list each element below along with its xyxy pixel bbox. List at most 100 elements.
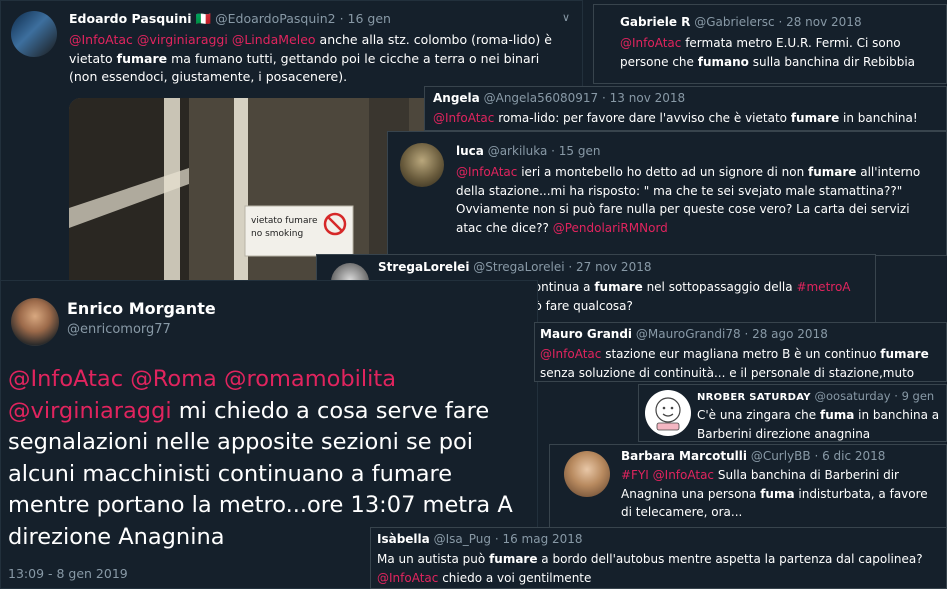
avatar[interactable] bbox=[11, 298, 59, 346]
tweet-card-barbara[interactable]: Barbara Marcotulli @CurlyBB · 6 dic 2018… bbox=[549, 444, 947, 529]
keyword-highlight: fumare bbox=[489, 552, 538, 566]
author-handle[interactable]: @Angela56080917 bbox=[484, 91, 599, 105]
tweet-header: Edoardo Pasquini 🇮🇹 @EdoardoPasquin2 · 1… bbox=[69, 11, 391, 27]
tweet-body: @InfoAtac fermata metro E.U.R. Fermi. Ci… bbox=[620, 34, 940, 71]
mention-link[interactable]: #FYI bbox=[621, 468, 649, 482]
italy-flag-icon: 🇮🇹 bbox=[195, 11, 212, 26]
author-handle[interactable]: @Isa_Pug bbox=[434, 532, 491, 546]
separator: · bbox=[564, 260, 576, 274]
mention-link[interactable]: @InfoAtac bbox=[456, 165, 517, 179]
mention-link[interactable]: @InfoAtac bbox=[433, 111, 494, 125]
author-handle[interactable]: @MauroGrandi78 bbox=[636, 327, 741, 341]
text-segment: ieri a montebello ho detto ad un signore… bbox=[517, 165, 808, 179]
author-name[interactable]: NROBER SATURDAY bbox=[697, 392, 811, 403]
mention-link[interactable]: @PendolariRMNord bbox=[553, 221, 668, 235]
mention-link[interactable]: @InfoAtac bbox=[69, 32, 133, 47]
text-segment: stazione eur magliana metro B è un conti… bbox=[601, 347, 881, 361]
separator: · bbox=[810, 449, 823, 463]
tweet-card-angela[interactable]: Angela @Angela56080917 · 13 nov 2018 @In… bbox=[424, 86, 947, 131]
text-segment: Ma un autista può bbox=[377, 552, 490, 566]
tweet-header: Gabriele R @Gabrielersc · 28 nov 2018 bbox=[620, 15, 862, 29]
tweet-body: @InfoAtac stazione eur magliana metro B … bbox=[540, 345, 942, 381]
mention-link[interactable]: @virginiaraggi bbox=[8, 398, 172, 424]
author-handle[interactable]: @arkiluka bbox=[488, 144, 548, 158]
tweet-date[interactable]: 15 gen bbox=[559, 144, 601, 158]
mention-link[interactable]: @romamobilita bbox=[224, 366, 396, 392]
mention-link[interactable]: @InfoAtac bbox=[377, 571, 438, 585]
mention-link[interactable]: @virginiaraggi bbox=[137, 32, 228, 47]
tweet-date[interactable]: 13 nov 2018 bbox=[610, 91, 686, 105]
separator: · bbox=[774, 15, 787, 29]
author-handle[interactable]: @CurlyBB bbox=[751, 449, 811, 463]
tweet-date[interactable]: 28 ago 2018 bbox=[752, 327, 828, 341]
tweet-header: Isàbella @Isa_Pug · 16 mag 2018 bbox=[377, 532, 583, 546]
tweet-card-isabella[interactable]: Isàbella @Isa_Pug · 16 mag 2018 Ma un au… bbox=[370, 527, 947, 589]
text-segment: in banchina! bbox=[839, 111, 918, 125]
text-segment: roma-lido: per favore dare l'avviso che … bbox=[494, 111, 791, 125]
tweet-body: @InfoAtac roma-lido: per favore dare l'a… bbox=[433, 109, 943, 127]
author-name[interactable]: Barbara Marcotulli bbox=[621, 449, 747, 463]
text-segment: C'è una zingara che bbox=[697, 408, 820, 422]
avatar[interactable] bbox=[11, 11, 57, 57]
tweet-card-mauro[interactable]: Mauro Grandi @MauroGrandi78 · 28 ago 201… bbox=[534, 322, 947, 382]
tweet-header: Barbara Marcotulli @CurlyBB · 6 dic 2018 bbox=[621, 449, 885, 463]
author-name[interactable]: Mauro Grandi bbox=[540, 327, 632, 341]
separator: · bbox=[491, 532, 503, 546]
separator: · bbox=[335, 11, 348, 26]
tweet-date[interactable]: 16 gen bbox=[348, 11, 391, 26]
mention-link[interactable]: #metroA bbox=[796, 280, 850, 294]
text-segment: senza soluzione di continuità... e il pe… bbox=[540, 365, 915, 380]
keyword-highlight: fumare bbox=[790, 111, 840, 125]
author-name[interactable]: Edoardo Pasquini bbox=[69, 11, 192, 26]
avatar[interactable] bbox=[645, 390, 691, 436]
tweet-header: StregaLorelei @StregaLorelei · 27 nov 20… bbox=[378, 260, 651, 274]
tweet-date[interactable]: 27 nov 2018 bbox=[576, 260, 652, 274]
author-name[interactable]: Angela bbox=[433, 91, 480, 105]
keyword-highlight: fuma bbox=[760, 486, 795, 501]
author-handle[interactable]: @oosaturday bbox=[815, 389, 891, 403]
author-handle[interactable]: @enricomorg77 bbox=[67, 322, 171, 337]
text-segment: chiedo a voi gentilmente bbox=[438, 570, 592, 585]
author-handle[interactable]: @StregaLorelei bbox=[473, 260, 564, 274]
mention-link[interactable]: @LindaMeleo bbox=[232, 32, 316, 47]
mention-link[interactable]: @Roma bbox=[130, 366, 217, 392]
keyword-highlight: fumare bbox=[808, 165, 857, 179]
author-name[interactable]: Isàbella bbox=[377, 532, 430, 546]
tweet-header: Angela @Angela56080917 · 13 nov 2018 bbox=[433, 91, 685, 105]
author-name[interactable]: Enrico Morgante bbox=[67, 299, 216, 318]
text-segment bbox=[217, 366, 224, 392]
photo-sign-line-1: vietato fumare bbox=[251, 216, 318, 226]
mention-link[interactable]: @InfoAtac bbox=[653, 468, 714, 482]
tweet-body: Ma un autista può fumare a bordo dell'au… bbox=[377, 550, 942, 587]
text-segment: nel sottopassaggio della bbox=[642, 280, 797, 294]
tweet-date[interactable]: 16 mag 2018 bbox=[502, 532, 582, 546]
keyword-highlight: fumare bbox=[594, 280, 643, 294]
tweet-date[interactable]: 6 dic 2018 bbox=[822, 449, 885, 463]
tweet-body: @InfoAtac ieri a montebello ho detto ad … bbox=[456, 163, 936, 237]
author-name[interactable]: luca bbox=[456, 144, 484, 158]
tweet-body: C'è una zingara che fuma in banchina a B… bbox=[697, 406, 945, 441]
mention-link[interactable]: @InfoAtac bbox=[8, 366, 123, 392]
tweet-card-gabriele[interactable]: Gabriele R @Gabrielersc · 28 nov 2018 @I… bbox=[593, 4, 947, 84]
chevron-down-icon[interactable]: ∨ bbox=[562, 11, 570, 24]
avatar[interactable] bbox=[564, 451, 610, 497]
tweet-card-nrober[interactable]: NROBER SATURDAY @oosaturday · 9 gen C'è … bbox=[638, 384, 947, 442]
photo-sign-line-2: no smoking bbox=[251, 229, 303, 239]
avatar[interactable] bbox=[400, 143, 444, 187]
author-name[interactable]: StregaLorelei bbox=[378, 260, 469, 274]
tweet-date[interactable]: 28 nov 2018 bbox=[786, 15, 862, 29]
mention-link[interactable]: @InfoAtac bbox=[540, 347, 601, 361]
tweet-card-luca[interactable]: luca @arkiluka · 15 gen @InfoAtac ieri a… bbox=[387, 131, 947, 256]
text-segment: a bordo dell'autobus mentre aspetta la p… bbox=[537, 552, 923, 566]
tweet-timestamp[interactable]: 13:09 - 8 gen 2019 bbox=[8, 566, 128, 581]
tweet-body: @InfoAtac @Roma @romamobilita @virginiar… bbox=[8, 364, 533, 553]
mention-link[interactable]: @InfoAtac bbox=[620, 36, 681, 50]
tweet-date[interactable]: 9 gen bbox=[902, 389, 935, 403]
tweet-header: luca @arkiluka · 15 gen bbox=[456, 144, 600, 158]
author-handle[interactable]: @Gabrielersc bbox=[694, 15, 774, 29]
separator: · bbox=[890, 389, 902, 403]
separator: · bbox=[740, 327, 753, 341]
author-name[interactable]: Gabriele R bbox=[620, 15, 690, 29]
author-handle[interactable]: @EdoardoPasquin2 bbox=[215, 11, 336, 26]
doodle-avatar-icon bbox=[655, 397, 681, 431]
